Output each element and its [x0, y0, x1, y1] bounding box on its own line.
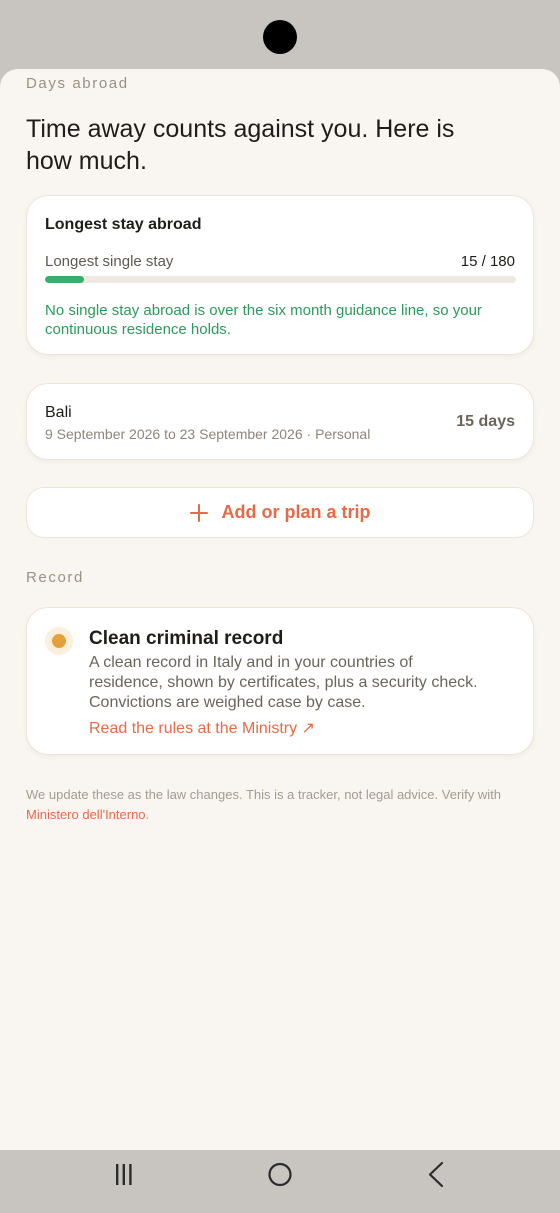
system-nav-bar: [0, 1150, 560, 1213]
longest-single-stay-label: Longest single stay: [45, 253, 174, 270]
footer-disclaimer: We update these as the law changes. This…: [26, 785, 536, 825]
main-sheet: Days abroad Time away counts against you…: [0, 69, 560, 1150]
trip-card-bali[interactable]: Bali 9 September 2026 to 23 September 20…: [26, 383, 534, 460]
stay-progress-fill: [45, 276, 85, 283]
record-title: Clean criminal record: [89, 628, 284, 649]
record-description: A clean record in Italy and in your coun…: [89, 654, 478, 711]
back-icon: [428, 1161, 444, 1188]
add-trip-label: Add or plan a trip: [221, 502, 371, 522]
longest-stay-title: Longest stay abroad: [45, 216, 202, 233]
longest-single-stay-value: 15 / 180: [460, 253, 515, 270]
section-label-days-abroad: Days abroad: [26, 75, 129, 92]
trip-duration: 15 days: [456, 413, 515, 430]
stay-progress-track: [45, 276, 516, 283]
trip-name: Bali: [45, 404, 72, 421]
recent-apps-icon: [116, 1164, 132, 1185]
residence-status-note: No single stay abroad is over the six mo…: [45, 302, 482, 338]
footer-note-text: We update these as the law changes. This…: [26, 787, 502, 802]
back-button[interactable]: [397, 1150, 477, 1213]
recent-apps-button[interactable]: [84, 1150, 164, 1213]
ministero-link[interactable]: Ministero dell'Interno: [26, 807, 146, 822]
status-indicator: [45, 627, 73, 655]
plus-icon: [189, 503, 209, 523]
home-button[interactable]: [240, 1150, 320, 1213]
ministry-rules-link[interactable]: Read the rules at the Ministry ↗: [89, 718, 315, 738]
home-icon: [268, 1162, 292, 1187]
criminal-record-card: Clean criminal record A clean record in …: [26, 607, 534, 755]
camera-cutout: [263, 20, 297, 54]
add-trip-button[interactable]: Add or plan a trip: [26, 487, 534, 538]
footer-note-suffix: .: [145, 807, 150, 822]
status-bar: [0, 0, 560, 69]
status-dot-icon: [52, 634, 66, 648]
longest-stay-card: Longest stay abroad Longest single stay …: [26, 195, 534, 355]
section-label-record: Record: [26, 569, 84, 586]
trip-details: 9 September 2026 to 23 September 2026 · …: [45, 426, 371, 442]
page-headline: Time away counts against you. Here is ho…: [26, 115, 455, 175]
